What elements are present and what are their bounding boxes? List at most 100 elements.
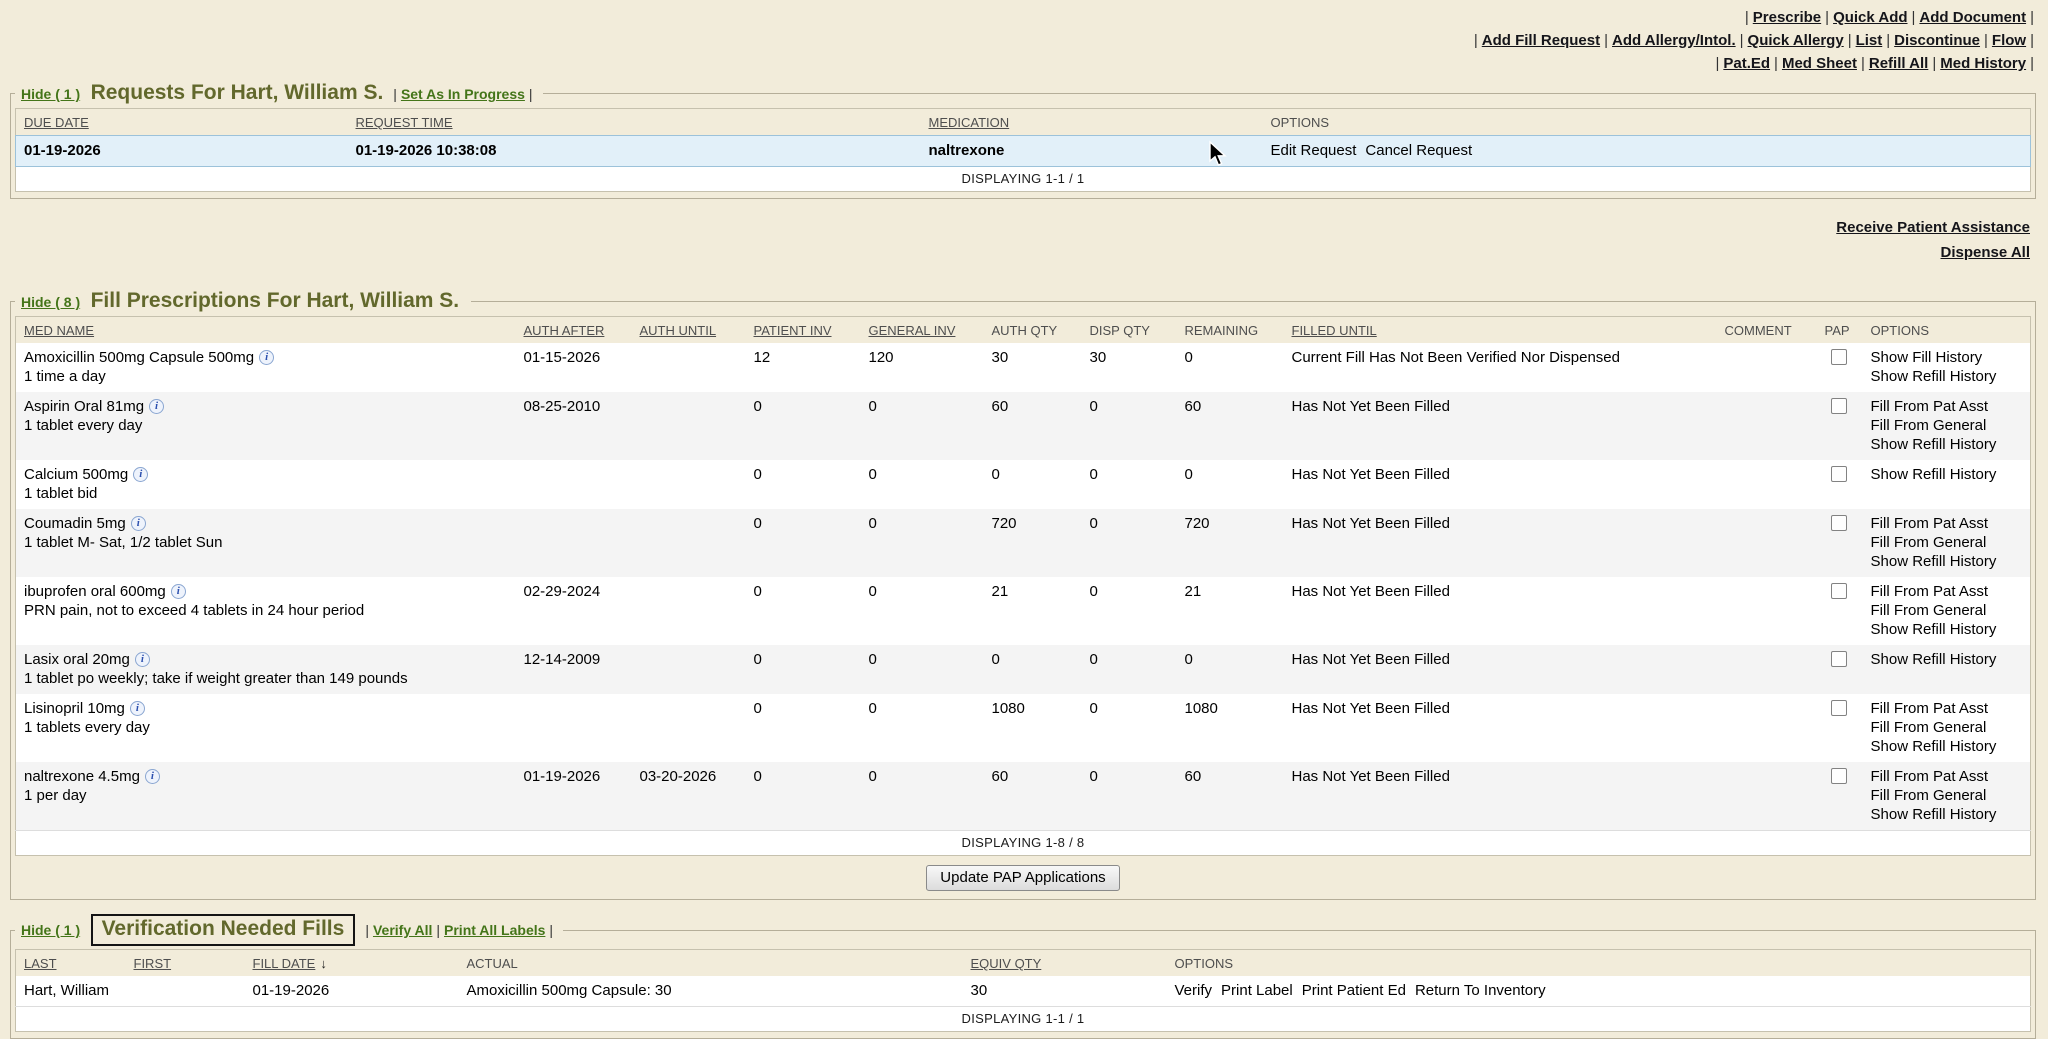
option-link-cancel-request[interactable]: Cancel Request xyxy=(1365,142,1472,159)
toolbar-link-med-history[interactable]: Med History xyxy=(1940,55,2026,72)
pap-checkbox[interactable] xyxy=(1831,466,1847,482)
toolbar-link-add-allergy-intol[interactable]: Add Allergy/Intol. xyxy=(1612,32,1736,49)
med-info-icon[interactable]: i xyxy=(133,467,148,482)
auth-qty-cell: 60 xyxy=(984,392,1082,460)
option-link-return-to-inventory[interactable]: Return To Inventory xyxy=(1415,982,1546,999)
requests-section-title: Requests For Hart, William S. xyxy=(91,81,384,104)
dispense-all-link[interactable]: Dispense All xyxy=(1941,240,2030,265)
column-header-label: LAST xyxy=(24,956,57,971)
column-header-request-time[interactable]: REQUEST TIME xyxy=(348,109,921,136)
toolbar-link-prescribe[interactable]: Prescribe xyxy=(1753,9,1821,26)
column-header-first[interactable]: FIRST xyxy=(126,950,245,977)
column-header-last[interactable]: LAST xyxy=(16,950,126,977)
toolbar-link-add-fill-request[interactable]: Add Fill Request xyxy=(1482,32,1600,49)
remaining-cell: 0 xyxy=(1177,343,1284,392)
fill-hide-link[interactable]: Hide ( 8 ) xyxy=(21,294,80,310)
option-link-edit-request[interactable]: Edit Request xyxy=(1271,142,1357,159)
toolbar-link-flow[interactable]: Flow xyxy=(1992,32,2026,49)
verification-legend-links: |Verify All|Print All Labels| xyxy=(361,922,557,939)
fill-options-cell: Fill From Pat Asst Fill From General Show … xyxy=(1863,577,2031,645)
pap-checkbox[interactable] xyxy=(1831,700,1847,716)
option-link-print-label[interactable]: Print Label xyxy=(1221,982,1293,999)
toolbar-link-med-sheet[interactable]: Med Sheet xyxy=(1782,55,1857,72)
toolbar-link-quick-allergy[interactable]: Quick Allergy xyxy=(1748,32,1844,49)
column-header-medication[interactable]: MEDICATION xyxy=(921,109,1263,136)
option-link-fill-from-general[interactable]: Fill From General xyxy=(1871,787,1987,804)
requests-paging-status: DISPLAYING 1-1 / 1 xyxy=(16,167,2031,192)
pap-cell xyxy=(1817,343,1863,392)
due-date-cell: 01-19-2026 xyxy=(16,136,348,167)
med-info-icon[interactable]: i xyxy=(135,652,150,667)
pap-checkbox[interactable] xyxy=(1831,768,1847,784)
med-info-icon[interactable]: i xyxy=(131,516,146,531)
toolbar-link-discontinue[interactable]: Discontinue xyxy=(1894,32,1980,49)
column-header-auth-until[interactable]: AUTH UNTIL xyxy=(632,317,746,344)
pap-checkbox[interactable] xyxy=(1831,583,1847,599)
toolbar-link-refill-all[interactable]: Refill All xyxy=(1869,55,1928,72)
med-info-icon[interactable]: i xyxy=(149,399,164,414)
med-name-text: Amoxicillin 500mg Capsule 500mg xyxy=(24,349,254,366)
receive-patient-assistance-link[interactable]: Receive Patient Assistance xyxy=(1836,215,2030,240)
separator: | xyxy=(1474,32,1478,49)
column-header-patient-inv[interactable]: PATIENT INV xyxy=(746,317,861,344)
column-header-due-date[interactable]: DUE DATE xyxy=(16,109,348,136)
separator: | xyxy=(2030,55,2034,72)
option-link-fill-from-general[interactable]: Fill From General xyxy=(1871,602,1987,619)
pap-checkbox[interactable] xyxy=(1831,651,1847,667)
toolbar-link-add-document[interactable]: Add Document xyxy=(1919,9,2026,26)
med-info-icon[interactable]: i xyxy=(130,701,145,716)
option-link-fill-from-general[interactable]: Fill From General xyxy=(1871,417,1987,434)
pap-checkbox[interactable] xyxy=(1831,515,1847,531)
option-link-fill-from-pat-asst[interactable]: Fill From Pat Asst xyxy=(1871,398,1989,415)
option-link-show-refill-history[interactable]: Show Refill History xyxy=(1871,738,1997,755)
column-header-label: GENERAL INV xyxy=(869,323,956,338)
option-link-show-refill-history[interactable]: Show Refill History xyxy=(1871,553,1997,570)
pap-checkbox[interactable] xyxy=(1831,349,1847,365)
option-link-show-fill-history[interactable]: Show Fill History xyxy=(1871,349,1983,366)
option-link-fill-from-general[interactable]: Fill From General xyxy=(1871,534,1987,551)
med-info-icon[interactable]: i xyxy=(259,350,274,365)
auth-after-cell: 12-14-2009 xyxy=(516,645,632,694)
fill-row: Aspirin Oral 81mgi1 tablet every day08-2… xyxy=(16,392,2031,460)
option-link-show-refill-history[interactable]: Show Refill History xyxy=(1871,806,1997,823)
option-link-show-refill-history[interactable]: Show Refill History xyxy=(1871,651,1997,668)
legend-link-verify-all[interactable]: Verify All xyxy=(373,922,432,938)
toolbar-link-quick-add[interactable]: Quick Add xyxy=(1833,9,1907,26)
verification-hide-link[interactable]: Hide ( 1 ) xyxy=(21,922,80,938)
option-link-verify[interactable]: Verify xyxy=(1175,982,1213,999)
med-name-text: Lasix oral 20mg xyxy=(24,651,130,668)
med-info-icon[interactable]: i xyxy=(145,769,160,784)
update-pap-applications-button[interactable]: Update PAP Applications xyxy=(926,865,1119,891)
med-name-cell: Coumadin 5mgi1 tablet M- Sat, 1/2 tablet… xyxy=(16,509,516,577)
column-header-general-inv[interactable]: GENERAL INV xyxy=(861,317,984,344)
option-link-fill-from-pat-asst[interactable]: Fill From Pat Asst xyxy=(1871,583,1989,600)
toolbar-link-pat-ed[interactable]: Pat.Ed xyxy=(1723,55,1770,72)
med-sig-line: 1 tablets every day xyxy=(24,718,508,737)
option-link-print-patient-ed[interactable]: Print Patient Ed xyxy=(1302,982,1406,999)
column-header-options: OPTIONS xyxy=(1863,317,2031,344)
patient-inv-cell: 0 xyxy=(746,577,861,645)
med-info-icon[interactable]: i xyxy=(171,584,186,599)
column-header-auth-after[interactable]: AUTH AFTER xyxy=(516,317,632,344)
option-link-fill-from-pat-asst[interactable]: Fill From Pat Asst xyxy=(1871,768,1989,785)
option-link-fill-from-pat-asst[interactable]: Fill From Pat Asst xyxy=(1871,515,1989,532)
remaining-cell: 21 xyxy=(1177,577,1284,645)
column-header-fill-date[interactable]: FILL DATE↓ xyxy=(245,950,459,977)
legend-link-print-all-labels[interactable]: Print All Labels xyxy=(444,922,545,938)
requests-hide-link[interactable]: Hide ( 1 ) xyxy=(21,86,80,102)
option-link-show-refill-history[interactable]: Show Refill History xyxy=(1871,436,1997,453)
auth-after-cell: 08-25-2010 xyxy=(516,392,632,460)
column-header-equiv-qty[interactable]: EQUIV QTY xyxy=(963,950,1167,977)
legend-link-set-as-in-progress[interactable]: Set As In Progress xyxy=(401,86,525,102)
column-header-med-name[interactable]: MED NAME xyxy=(16,317,516,344)
toolbar-link-list[interactable]: List xyxy=(1856,32,1883,49)
option-line: Fill From General xyxy=(1871,718,2023,737)
column-header-filled-until[interactable]: FILLED UNTIL xyxy=(1284,317,1717,344)
option-link-show-refill-history[interactable]: Show Refill History xyxy=(1871,368,1997,385)
pap-checkbox[interactable] xyxy=(1831,398,1847,414)
fill-prescriptions-table: MED NAMEAUTH AFTERAUTH UNTILPATIENT INV G… xyxy=(15,316,2031,856)
option-link-show-refill-history[interactable]: Show Refill History xyxy=(1871,466,1997,483)
option-link-show-refill-history[interactable]: Show Refill History xyxy=(1871,621,1997,638)
option-link-fill-from-general[interactable]: Fill From General xyxy=(1871,719,1987,736)
option-link-fill-from-pat-asst[interactable]: Fill From Pat Asst xyxy=(1871,700,1989,717)
